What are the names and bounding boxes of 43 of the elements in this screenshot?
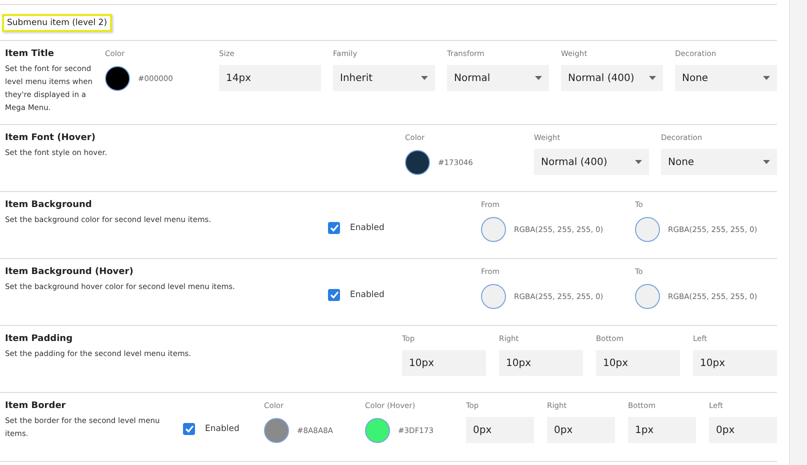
- input-field[interactable]: 1px: [628, 417, 696, 443]
- color-swatch[interactable]: [365, 418, 390, 442]
- input-field[interactable]: 10px: [499, 350, 583, 376]
- color-swatch[interactable]: [635, 284, 660, 308]
- check-icon: [184, 425, 194, 433]
- enabled-checkbox[interactable]: Enabled: [328, 289, 384, 301]
- scrollbar-track[interactable]: [789, 0, 807, 465]
- setting-title: Item Padding: [5, 334, 74, 344]
- setting-title: Item Background: [5, 200, 93, 210]
- input-field[interactable]: 0px: [466, 417, 534, 443]
- dropdown[interactable]: Normal (400): [534, 149, 649, 175]
- color-swatch[interactable]: [264, 418, 289, 442]
- caret-icon: [763, 76, 770, 80]
- dropdown[interactable]: Normal: [447, 65, 549, 91]
- color-swatch[interactable]: [481, 216, 506, 242]
- enabled-checkbox[interactable]: Enabled: [183, 423, 240, 435]
- caret-icon: [535, 76, 542, 80]
- check-icon: [330, 291, 338, 299]
- input-field[interactable]: 10px: [596, 350, 680, 376]
- caret-icon: [649, 76, 656, 80]
- enabled-checkbox[interactable]: Enabled: [328, 222, 384, 234]
- input-field[interactable]: 10px: [402, 350, 486, 376]
- input-field[interactable]: 10px: [693, 350, 777, 376]
- color-swatch[interactable]: [105, 66, 130, 90]
- dropdown[interactable]: Inherit: [333, 65, 435, 91]
- input-field[interactable]: 0px: [709, 417, 777, 443]
- dropdown[interactable]: None: [661, 149, 777, 175]
- caret-icon: [635, 160, 642, 164]
- color-swatch[interactable]: [405, 150, 430, 174]
- dropdown[interactable]: None: [675, 65, 777, 91]
- color-swatch[interactable]: [635, 216, 660, 242]
- input-field[interactable]: 14px: [219, 65, 321, 91]
- setting-title: Item Font (Hover): [5, 133, 96, 143]
- setting-title: Item Title: [5, 49, 55, 59]
- input-field[interactable]: 0px: [547, 417, 615, 443]
- color-swatch[interactable]: [481, 284, 506, 308]
- dropdown[interactable]: Normal (400): [561, 65, 663, 91]
- check-icon: [330, 224, 338, 232]
- caret-icon: [763, 160, 770, 164]
- section-title: Submenu item (level 2): [2, 14, 112, 32]
- setting-title: Item Background (Hover): [5, 267, 134, 277]
- caret-icon: [421, 76, 428, 80]
- setting-title: Item Border: [5, 401, 67, 411]
